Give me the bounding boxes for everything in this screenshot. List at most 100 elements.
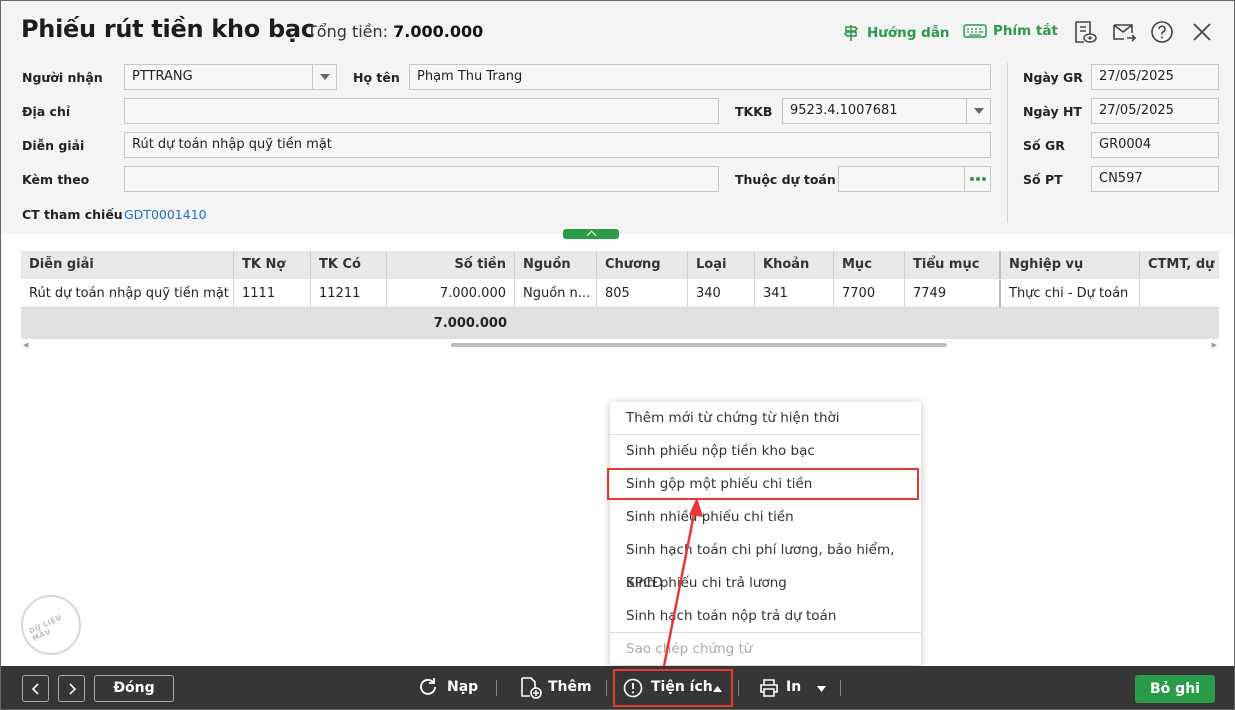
kem-theo-field[interactable] xyxy=(124,166,719,192)
table-cell[interactable]: Thực chi - Dự toán xyxy=(1001,280,1140,308)
column-header[interactable]: Nghiệp vụ xyxy=(1001,251,1140,279)
ct-tham-chieu-link[interactable]: GDT0001410 xyxy=(124,207,207,222)
chevron-down-icon[interactable] xyxy=(966,99,990,123)
reload-button[interactable]: Nạp xyxy=(447,679,478,695)
nguoi-nhan-label: Người nhận xyxy=(22,70,103,85)
voucher-header-panel: Phiếu rút tiền kho bạc Tổng tiền: 7.000.… xyxy=(1,1,1234,234)
thuoc-du-toan-label: Thuộc dự toán xyxy=(735,172,836,187)
table-cell[interactable]: 1111 xyxy=(234,280,311,308)
dien-giai-field[interactable]: Rút dự toán nhập quỹ tiền mặt xyxy=(124,132,991,158)
column-header[interactable]: Khoản xyxy=(755,251,834,279)
table-cell[interactable]: 805 xyxy=(597,280,688,308)
printer-icon[interactable] xyxy=(758,677,780,699)
column-header[interactable]: Mục xyxy=(834,251,905,279)
collapse-header-button[interactable] xyxy=(563,229,619,239)
ho-ten-field[interactable]: Phạm Thu Trang xyxy=(409,64,991,90)
table-cell[interactable]: 7749 xyxy=(905,280,1001,308)
reload-icon[interactable] xyxy=(417,676,439,698)
close-icon[interactable] xyxy=(1189,19,1215,45)
so-gr-field[interactable]: GR0004 xyxy=(1091,132,1219,158)
ngay-ht-field[interactable]: 27/05/2025 xyxy=(1091,98,1219,124)
table-cell[interactable]: 7.000.000 xyxy=(387,280,515,308)
grid-total-row: 7.000.000 xyxy=(21,308,1219,339)
menu-item-salary-accounting[interactable]: Sinh hạch toán chi phí lương, bảo hiểm, … xyxy=(610,534,921,591)
detail-grid: Diễn giải TK Nợ TK Có Số tiền Nguồn Chươ… xyxy=(21,251,1219,339)
view-document-icon[interactable] xyxy=(1071,19,1097,45)
so-pt-field[interactable]: CN597 xyxy=(1091,166,1219,192)
so-gr-label: Số GR xyxy=(1023,138,1065,153)
table-cell[interactable]: 11211 xyxy=(311,280,387,308)
close-button[interactable]: Đóng xyxy=(94,675,174,702)
utility-menu: Thêm mới từ chứng từ hiện thời Sinh phiế… xyxy=(610,402,921,665)
table-cell[interactable]: Nguồn n... xyxy=(515,280,597,308)
column-header[interactable]: Loại xyxy=(688,251,755,279)
ho-ten-label: Họ tên xyxy=(353,70,400,85)
shortcut-label: Phím tắt xyxy=(993,23,1058,39)
column-header[interactable]: Diễn giải xyxy=(21,251,234,279)
total-label: Tổng tiền: xyxy=(307,22,389,41)
horizontal-scrollbar[interactable]: ◀ ▶ xyxy=(21,341,1219,349)
chevron-down-icon[interactable] xyxy=(312,65,336,89)
scroll-right-icon[interactable]: ▶ xyxy=(1212,341,1217,349)
column-header[interactable]: Số tiền xyxy=(387,251,515,279)
column-header[interactable]: TK Nợ xyxy=(234,251,311,279)
tkkb-value: 9523.4.1007681 xyxy=(790,103,898,118)
highlight-box xyxy=(607,468,919,500)
dia-chi-label: Địa chỉ xyxy=(22,104,71,119)
unpost-button[interactable]: Bỏ ghi xyxy=(1135,675,1215,703)
shortcut-link[interactable]: Phím tắt xyxy=(963,23,1058,39)
total-value: 7.000.000 xyxy=(393,22,484,41)
stamp-text: DỮ LIỆU MẪU xyxy=(27,613,64,643)
ngay-ht-label: Ngày HT xyxy=(1023,104,1082,119)
table-cell[interactable]: 341 xyxy=(755,280,834,308)
previous-button[interactable] xyxy=(22,675,49,702)
menu-item-multiple-payment-vouchers[interactable]: Sinh nhiều phiếu chi tiền xyxy=(610,501,921,534)
add-document-icon[interactable] xyxy=(519,676,543,700)
dien-giai-label: Diễn giải xyxy=(22,138,85,153)
menu-item-budget-refund[interactable]: Sinh hạch toán nộp trả dự toán xyxy=(610,600,921,633)
ngay-gr-field[interactable]: 27/05/2025 xyxy=(1091,64,1219,90)
column-header[interactable]: TK Có xyxy=(311,251,387,279)
sample-data-stamp: DỮ LIỆU MẪU xyxy=(21,595,81,655)
print-button[interactable]: In xyxy=(786,679,801,695)
menu-item-salary-payment[interactable]: Sinh phiếu chi trả lương xyxy=(610,567,921,600)
grid-header-row: Diễn giải TK Nợ TK Có Số tiền Nguồn Chươ… xyxy=(21,251,1219,279)
guide-label: Hướng dẫn xyxy=(867,25,950,41)
more-options-icon[interactable] xyxy=(964,167,990,191)
dia-chi-field[interactable] xyxy=(124,98,719,124)
ngay-gr-label: Ngày GR xyxy=(1023,70,1083,85)
thuoc-du-toan-field[interactable] xyxy=(838,166,991,192)
toolbar-divider xyxy=(496,680,497,696)
nguoi-nhan-combobox[interactable]: PTTRANG xyxy=(124,64,337,90)
menu-item-copy-voucher: Sao chép chứng từ xyxy=(626,641,753,657)
table-row[interactable]: Rút dự toán nhập quỹ tiền mặt 1111 11211… xyxy=(21,280,1219,308)
menu-item-treasury-deposit[interactable]: Sinh phiếu nộp tiền kho bạc xyxy=(610,435,921,468)
table-cell[interactable] xyxy=(1140,280,1219,308)
column-header[interactable]: Chương xyxy=(597,251,688,279)
chevron-left-icon xyxy=(31,682,39,695)
menu-item-new-from-current[interactable]: Thêm mới từ chứng từ hiện thời xyxy=(610,402,921,435)
ct-tham-chieu-label: CT tham chiếu xyxy=(22,207,123,222)
scrollbar-thumb[interactable] xyxy=(451,343,947,347)
caret-down-icon[interactable] xyxy=(817,686,826,692)
table-cell[interactable]: Rút dự toán nhập quỹ tiền mặt xyxy=(21,280,234,308)
send-mail-icon[interactable] xyxy=(1111,19,1137,45)
column-header[interactable]: CTMT, dự án xyxy=(1140,251,1219,279)
column-header[interactable]: Nguồn xyxy=(515,251,597,279)
page-title: Phiếu rút tiền kho bạc xyxy=(21,15,315,43)
add-button[interactable]: Thêm xyxy=(548,679,592,695)
keyboard-icon xyxy=(963,24,987,38)
table-cell[interactable]: 7700 xyxy=(834,280,905,308)
kem-theo-label: Kèm theo xyxy=(22,172,90,187)
total-amount: Tổng tiền: 7.000.000 xyxy=(307,22,483,41)
scroll-left-icon[interactable]: ◀ xyxy=(23,341,28,349)
table-cell[interactable]: 340 xyxy=(688,280,755,308)
guide-link[interactable]: Hướng dẫn xyxy=(841,23,950,43)
next-button[interactable] xyxy=(58,675,85,702)
so-pt-label: Số PT xyxy=(1023,172,1063,187)
column-header[interactable]: Tiểu mục xyxy=(905,251,1001,279)
help-icon[interactable] xyxy=(1149,19,1175,45)
tkkb-combobox[interactable]: 9523.4.1007681 xyxy=(782,98,991,124)
tkkb-label: TKKB xyxy=(735,104,773,119)
toolbar-divider xyxy=(840,680,841,696)
